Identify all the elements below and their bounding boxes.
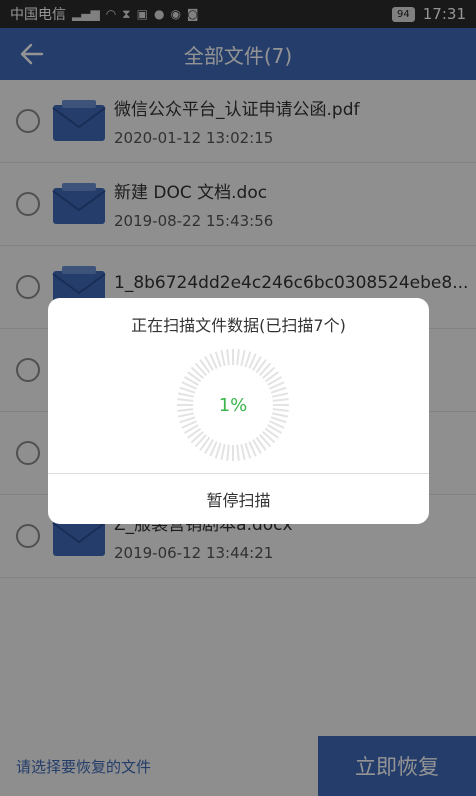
scan-dialog: 正在扫描文件数据(已扫描7个) 1% 暂停扫描 <box>48 298 429 524</box>
scan-message: 正在扫描文件数据(已扫描7个) <box>131 316 346 335</box>
progress-percent: 1% <box>218 394 248 416</box>
pause-scan-button[interactable]: 暂停扫描 <box>48 474 429 524</box>
